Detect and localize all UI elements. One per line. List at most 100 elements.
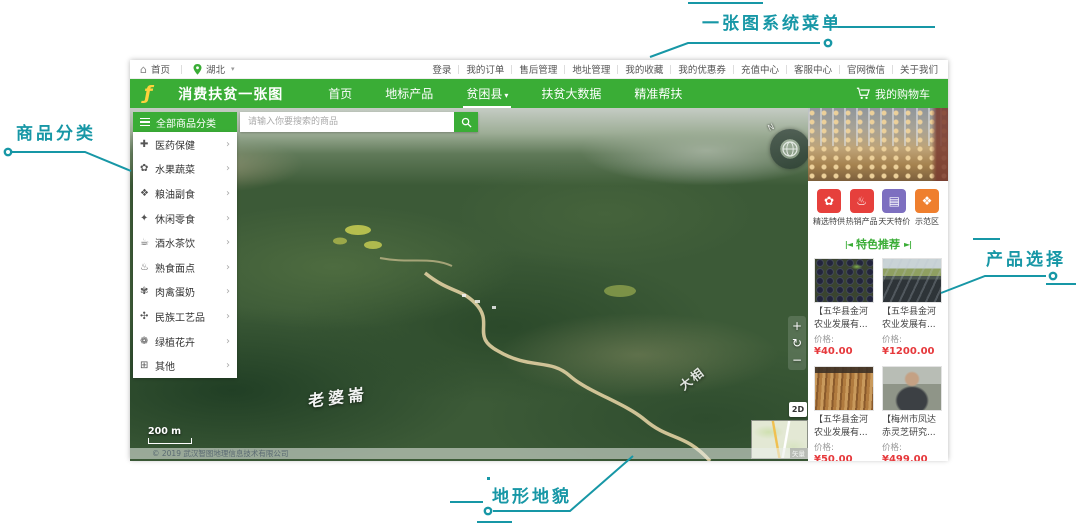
snack-icon: ✦ — [140, 213, 155, 224]
recharge-link[interactable]: 充值中心 — [741, 62, 779, 76]
nav-item-poverty-counties[interactable]: 贫困县▾ — [463, 80, 511, 108]
sidebar-item-snacks[interactable]: ✦休闲零食› — [133, 206, 237, 231]
nav-menu: 首页 地标产品 贫困县▾ 扶贫大数据 精准帮扶 — [325, 80, 685, 108]
sidebar-item-meat-egg-dairy[interactable]: ✾肉禽蛋奶› — [133, 280, 237, 305]
section-mark-left: |◄ — [845, 240, 852, 249]
sidebar-item-medicine[interactable]: ✚医药保健› — [133, 132, 237, 157]
search-button[interactable] — [454, 112, 478, 132]
sidebar-item-other[interactable]: ⊞其他› — [133, 353, 237, 378]
wechat-link[interactable]: 官网微信 — [847, 62, 885, 76]
product-card[interactable]: 【五华县金河农业发展有... 价格: ¥40.00 — [814, 258, 874, 357]
utility-links: 登录 我的订单 售后管理 地址管理 我的收藏 我的优惠券 充值中心 客服中心 官… — [432, 62, 938, 76]
search-input[interactable] — [240, 112, 454, 132]
quick-cat-hot[interactable]: ♨ 热销产品 — [846, 189, 878, 227]
grain-icon: ❖ — [140, 188, 155, 199]
coupons-link[interactable]: 我的优惠券 — [678, 62, 726, 76]
product-panel: ✿ 精选特供 ♨ 热销产品 ▤ 天天特价 ❖ 示范区 — [808, 108, 948, 461]
utility-bar: ⌂ 首页 湖北 ▾ 登录 我的订单 售后管理 地址管理 我的收藏 我的优惠券 充… — [130, 60, 948, 79]
scale-bar — [148, 438, 192, 444]
chevron-right-icon: › — [226, 213, 230, 224]
callout-product-categories: 商品分类 — [16, 119, 96, 144]
scale-text: 200 m — [148, 426, 181, 437]
plant-icon: ❁ — [140, 336, 155, 347]
product-image — [882, 258, 942, 303]
utility-left: ⌂ 首页 湖北 ▾ — [140, 62, 235, 76]
quick-cat-daily-deals[interactable]: ▤ 天天特价 — [878, 189, 910, 227]
chevron-right-icon: › — [226, 237, 230, 248]
sidebar-item-grain-oil[interactable]: ❖粮油副食› — [133, 181, 237, 206]
sidebar-item-drinks[interactable]: ☕酒水茶饮› — [133, 230, 237, 255]
product-price: ¥50.00 — [814, 454, 874, 461]
section-mark-right: ►| — [904, 240, 911, 249]
product-image — [814, 258, 874, 303]
chevron-right-icon: › — [226, 360, 230, 371]
globe-icon — [781, 140, 799, 158]
meat-icon: ✾ — [140, 286, 155, 297]
cart-icon — [856, 87, 870, 100]
content-area: 老婆崙 大相 N + ↻ − 2D 矢量 — [130, 108, 948, 461]
category-sidebar: 全部商品分类 ✚医药保健› ✿水果蔬菜› ❖粮油副食› ✦休闲零食› ☕酒水茶饮… — [133, 112, 237, 378]
zoom-in-button[interactable]: + — [789, 319, 805, 333]
app-window: ⌂ 首页 湖北 ▾ 登录 我的订单 售后管理 地址管理 我的收藏 我的优惠券 充… — [130, 60, 948, 460]
search-bar — [240, 112, 478, 132]
medical-icon: ✚ — [140, 139, 155, 150]
zoom-out-button[interactable]: − — [789, 353, 805, 367]
cart-label: 我的购物车 — [875, 86, 930, 102]
product-card[interactable]: 【梅州市凤达赤灵芝研究... 价格: ¥499.00 — [882, 366, 942, 461]
premium-icon: ✿ — [817, 189, 841, 213]
demo-zone-icon: ❖ — [915, 189, 939, 213]
all-categories-header[interactable]: 全部商品分类 — [133, 112, 237, 132]
home-link[interactable]: 首页 — [151, 62, 170, 76]
main-navbar: ƒ 消费扶贫一张图 首页 地标产品 贫困县▾ 扶贫大数据 精准帮扶 我的购物车 — [130, 79, 948, 108]
sidebar-item-fruits-vegetables[interactable]: ✿水果蔬菜› — [133, 157, 237, 182]
product-price: ¥1200.00 — [882, 346, 942, 357]
quick-categories: ✿ 精选特供 ♨ 热销产品 ▤ 天天特价 ❖ 示范区 — [808, 181, 948, 227]
other-icon: ⊞ — [140, 360, 155, 371]
chevron-right-icon: › — [226, 336, 230, 347]
login-link[interactable]: 登录 — [432, 62, 451, 76]
hot-products-icon: ♨ — [850, 189, 874, 213]
sidebar-item-cooked-food[interactable]: ♨熟食面点› — [133, 255, 237, 280]
location-selector[interactable]: 湖北 — [206, 62, 225, 76]
sidebar-item-plants-flowers[interactable]: ❁绿植花卉› — [133, 329, 237, 354]
nav-item-landmark-products[interactable]: 地标产品 — [382, 80, 436, 108]
my-orders-link[interactable]: 我的订单 — [466, 62, 504, 76]
zoom-controls: + ↻ − — [788, 316, 806, 370]
product-card[interactable]: 【五华县金河农业发展有... 价格: ¥50.00 — [814, 366, 874, 461]
featured-section-header: |◄ 特色推荐 ►| — [808, 236, 948, 252]
chevron-right-icon: › — [226, 262, 230, 273]
nav-item-bigdata[interactable]: 扶贫大数据 — [538, 80, 604, 108]
reset-view-button[interactable]: ↻ — [789, 336, 805, 350]
product-price: ¥499.00 — [882, 454, 942, 461]
product-image — [882, 366, 942, 411]
sidebar-item-ethnic-crafts[interactable]: ✣民族工艺品› — [133, 304, 237, 329]
brand-logo-icon: ƒ — [144, 84, 152, 103]
favorites-link[interactable]: 我的收藏 — [625, 62, 663, 76]
map-scale: 200 m — [148, 426, 192, 444]
category-list: ✚医药保健› ✿水果蔬菜› ❖粮油副食› ✦休闲零食› ☕酒水茶饮› ♨熟食面点… — [133, 132, 237, 378]
address-link[interactable]: 地址管理 — [572, 62, 610, 76]
quick-cat-premium[interactable]: ✿ 精选特供 — [813, 189, 845, 227]
product-card[interactable]: 【五华县金河农业发展有... 价格: ¥1200.00 — [882, 258, 942, 357]
compass-control[interactable]: N — [770, 129, 808, 169]
brand-title[interactable]: 消费扶贫一张图 — [178, 84, 283, 104]
chevron-right-icon: › — [226, 163, 230, 174]
chevron-right-icon: › — [226, 286, 230, 297]
about-link[interactable]: 关于我们 — [900, 62, 938, 76]
product-image — [814, 366, 874, 411]
callout-system-menu: 一张图系统菜单 — [702, 9, 842, 34]
nav-item-home[interactable]: 首页 — [325, 80, 355, 108]
cart-button[interactable]: 我的购物车 — [856, 86, 930, 102]
daily-deals-icon: ▤ — [882, 189, 906, 213]
quick-cat-demo-zone[interactable]: ❖ 示范区 — [911, 189, 943, 227]
screenshot-canvas: ⌂ 首页 湖北 ▾ 登录 我的订单 售后管理 地址管理 我的收藏 我的优惠券 充… — [0, 0, 1080, 525]
service-link[interactable]: 客服中心 — [794, 62, 832, 76]
callout-product-selection: 产品选择 — [986, 245, 1066, 270]
food-icon: ♨ — [140, 262, 155, 273]
promo-image[interactable] — [808, 108, 948, 181]
nav-item-targeted-support[interactable]: 精准帮扶 — [631, 80, 685, 108]
map-2d-toggle[interactable]: 2D — [789, 402, 807, 417]
chevron-right-icon: › — [226, 311, 230, 322]
aftersales-link[interactable]: 售后管理 — [519, 62, 557, 76]
all-categories-label: 全部商品分类 — [156, 115, 216, 130]
